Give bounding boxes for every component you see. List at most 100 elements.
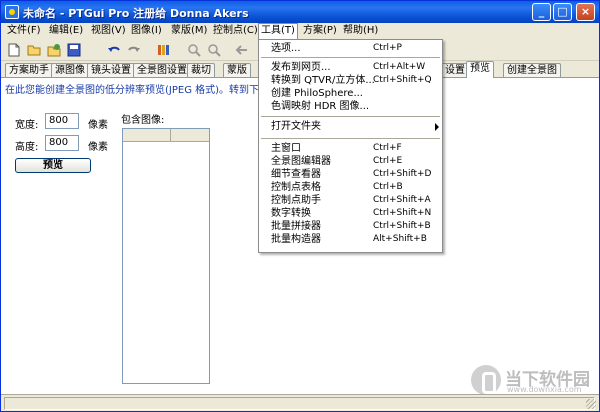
menu-mask[interactable]: 蒙版(M)	[169, 24, 209, 38]
menu-item-label: 发布到网页...	[271, 62, 331, 73]
menu-item-label: 主窗口	[271, 143, 301, 154]
save-icon	[67, 43, 81, 57]
menu-item-shortcut: Ctrl+F	[373, 143, 402, 153]
menu-item-label: 控制点表格	[271, 182, 321, 193]
menu-image[interactable]: 图像(I)	[129, 24, 164, 38]
menu-item-shortcut: Ctrl+Shift+D	[373, 169, 432, 179]
tab-crop[interactable]: 裁切	[187, 63, 215, 78]
window-title: 未命名 - PTGui Pro 注册给 Donna Akers	[23, 7, 249, 20]
include-images-list[interactable]	[122, 128, 210, 384]
title-bar[interactable]: 未命名 - PTGui Pro 注册给 Donna Akers _ □ ×	[1, 1, 599, 23]
tab-source-images[interactable]: 源图像	[51, 63, 89, 78]
menu-edit[interactable]: 编辑(E)	[47, 24, 85, 38]
menu-file[interactable]: 文件(F)	[5, 24, 43, 38]
menu-item-label: 批量拼接器	[271, 221, 321, 232]
menu-item-shortcut: Ctrl+E	[373, 156, 403, 166]
open-recent-icon	[47, 44, 61, 57]
menu-item-shortcut: Ctrl+Alt+W	[373, 62, 426, 72]
width-label: 宽度:	[15, 120, 39, 131]
menu-project[interactable]: 方案(P)	[301, 24, 339, 38]
tab-lens-settings[interactable]: 镜头设置	[87, 63, 135, 78]
height-unit: 像素	[88, 142, 108, 153]
menu-item-shortcut: Ctrl+Shift+N	[373, 208, 432, 218]
open-button[interactable]	[25, 41, 43, 59]
menu-item-convert-qtvr[interactable]: 转换到 QTVR/立方体... Ctrl+Shift+Q	[259, 74, 442, 87]
menu-view[interactable]: 视图(V)	[89, 24, 128, 38]
menu-help[interactable]: 帮助(H)	[341, 24, 380, 38]
zoom-out-button[interactable]	[205, 41, 223, 59]
menu-separator	[261, 138, 440, 139]
menu-item-control-point-table[interactable]: 控制点表格 Ctrl+B	[259, 181, 442, 194]
undo-icon	[108, 46, 120, 52]
zoom-out-icon	[208, 44, 221, 57]
app-window: 未命名 - PTGui Pro 注册给 Donna Akers _ □ × 文件…	[0, 0, 600, 412]
menu-item-detail-viewer[interactable]: 细节查看器 Ctrl+Shift+D	[259, 168, 442, 181]
menu-item-shortcut: Ctrl+Shift+B	[373, 221, 431, 231]
preview-button[interactable]: 预览	[15, 158, 91, 173]
app-icon	[5, 5, 19, 19]
back-arrow-icon	[235, 45, 247, 55]
new-file-icon	[8, 43, 20, 57]
back-button[interactable]	[233, 41, 251, 59]
menu-separator	[261, 57, 440, 58]
menu-item-shortcut: Ctrl+P	[373, 43, 402, 53]
menu-tools[interactable]: 工具(T)	[258, 23, 298, 39]
column-divider[interactable]	[170, 129, 171, 142]
menu-item-tone-map-hdr[interactable]: 色调映射 HDR 图像...	[259, 100, 442, 113]
menu-item-shortcut: Ctrl+Shift+A	[373, 195, 431, 205]
menu-item-philosphere[interactable]: 创建 PhiloSphere...	[259, 87, 442, 100]
instruction-text: 在此您能创建全景图的低分辨率预览(JPEG 格式)。转到下一页	[5, 85, 280, 96]
menu-separator	[261, 116, 440, 117]
menu-item-batch-stitcher[interactable]: 批量拼接器 Ctrl+Shift+B	[259, 220, 442, 233]
zoom-in-button[interactable]	[185, 41, 203, 59]
menu-item-label: 选项...	[271, 43, 301, 54]
menu-item-open-folder[interactable]: 打开文件夹	[259, 120, 442, 133]
menu-item-label: 色调映射 HDR 图像...	[271, 101, 370, 112]
tab-panorama-settings[interactable]: 全景图设置	[133, 63, 191, 78]
tab-mask[interactable]: 蒙版	[223, 63, 251, 78]
tab-create-panorama[interactable]: 创建全景图	[503, 63, 561, 78]
menu-item-control-point-assistant[interactable]: 控制点助手 Ctrl+Shift+A	[259, 194, 442, 207]
watermark-sub: www.downxia.com	[507, 385, 582, 394]
menu-item-main-window[interactable]: 主窗口 Ctrl+F	[259, 142, 442, 155]
menu-item-panorama-editor[interactable]: 全景图编辑器 Ctrl+E	[259, 155, 442, 168]
new-button[interactable]	[5, 41, 23, 59]
menu-item-shortcut: Ctrl+B	[373, 182, 403, 192]
maximize-button[interactable]: □	[553, 3, 572, 21]
redo-button[interactable]	[125, 41, 143, 59]
zoom-in-icon	[188, 44, 201, 57]
menu-item-label: 打开文件夹	[271, 121, 321, 132]
menu-item-options[interactable]: 选项... Ctrl+P	[259, 42, 442, 55]
close-button[interactable]: ×	[576, 3, 595, 21]
open-recent-button[interactable]	[45, 41, 63, 59]
watermark-logo: 当下软件园 www.downxia.com	[471, 361, 597, 401]
align-icon	[158, 45, 169, 55]
menu-item-numeric-transform[interactable]: 数字转换 Ctrl+Shift+N	[259, 207, 442, 220]
save-button[interactable]	[65, 41, 83, 59]
menu-item-label: 全景图编辑器	[271, 156, 331, 167]
open-folder-icon	[27, 45, 41, 56]
list-header[interactable]	[123, 129, 209, 142]
menu-control-points[interactable]: 控制点(C)	[211, 24, 260, 38]
height-field[interactable]: 800	[45, 135, 79, 151]
menu-item-label: 数字转换	[271, 208, 311, 219]
minimize-button[interactable]: _	[532, 3, 551, 21]
tab-project-assistant[interactable]: 方案助手	[5, 63, 53, 78]
menu-item-label: 创建 PhiloSphere...	[271, 88, 363, 99]
menu-item-publish-web[interactable]: 发布到网页... Ctrl+Alt+W	[259, 61, 442, 74]
menu-bar: 文件(F) 编辑(E) 视图(V) 图像(I) 蒙版(M) 控制点(C) 工具(…	[1, 23, 599, 39]
width-unit: 像素	[88, 120, 108, 131]
menu-item-label: 控制点助手	[271, 195, 321, 206]
menu-item-batch-builder[interactable]: 批量构造器 Alt+Shift+B	[259, 233, 442, 246]
tab-preview[interactable]: 预览	[466, 61, 494, 78]
menu-item-shortcut: Ctrl+Shift+Q	[373, 75, 432, 85]
submenu-arrow-icon	[435, 123, 439, 131]
width-field[interactable]: 800	[45, 113, 79, 129]
undo-button[interactable]	[105, 41, 123, 59]
align-button[interactable]	[155, 41, 173, 59]
watermark-icon	[471, 365, 501, 395]
tab-settings[interactable]: 设置	[441, 63, 469, 78]
height-label: 高度:	[15, 142, 39, 153]
menu-item-shortcut: Alt+Shift+B	[373, 234, 427, 244]
tools-menu-dropdown: 选项... Ctrl+P 发布到网页... Ctrl+Alt+W 转换到 QTV…	[258, 39, 443, 253]
